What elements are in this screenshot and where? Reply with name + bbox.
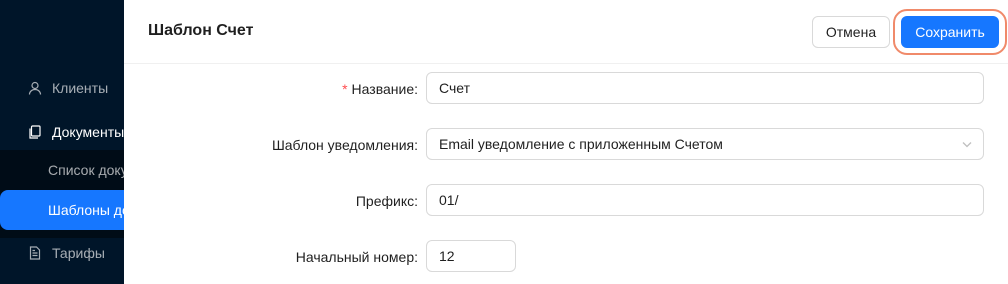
prefix-label-text: Префикс: [355, 193, 415, 209]
notification-template-value: Email уведомление с приложенным Счетом: [439, 136, 723, 152]
sidebar-subitem-label: Список документов: [48, 162, 124, 178]
prefix-input-value: 01/: [439, 192, 459, 208]
sidebar-subitem-label: Шаблоны документов: [48, 202, 124, 218]
prefix-label: Префикс:: [356, 193, 418, 209]
chevron-down-icon: [962, 142, 972, 148]
start-number-input[interactable]: 12: [426, 240, 516, 272]
drawer-title: Шаблон Счет: [148, 22, 254, 39]
label-colon: :: [414, 249, 418, 265]
user-icon: [28, 81, 42, 95]
label-colon: :: [414, 137, 418, 153]
name-input[interactable]: Счет: [426, 72, 984, 104]
name-label-text: Название: [351, 81, 415, 97]
name-label: * Название:: [342, 81, 418, 97]
label-colon: :: [414, 81, 418, 97]
file-text-icon: [29, 246, 41, 260]
sidebar-item-label: Документы: [52, 124, 124, 140]
sidebar: Клиенты Документы Список документов Шабл…: [0, 0, 124, 284]
start-number-label-text: Начальный номер: [295, 249, 415, 265]
drawer-header: Шаблон Счет Отмена Сохранить: [124, 0, 1008, 64]
required-mark: *: [342, 81, 348, 97]
save-button[interactable]: Сохранить: [901, 16, 999, 48]
notification-template-label: Шаблон уведомления:: [272, 137, 418, 153]
label-colon: :: [414, 193, 418, 209]
name-input-value: Счет: [439, 80, 470, 96]
sidebar-item-documents[interactable]: Документы: [0, 112, 124, 152]
file-copy-icon: [29, 125, 41, 139]
notification-template-label-text: Шаблон уведомления: [271, 137, 415, 153]
notification-template-select[interactable]: Email уведомление с приложенным Счетом: [426, 128, 984, 160]
sidebar-item-clients[interactable]: Клиенты: [0, 68, 124, 108]
start-number-input-value: 12: [439, 248, 455, 264]
documents-submenu: Список документов Шаблоны документов: [0, 150, 124, 238]
prefix-input[interactable]: 01/: [426, 184, 984, 216]
sidebar-item-tariffs[interactable]: Тарифы: [0, 233, 124, 273]
template-drawer: Шаблон Счет Отмена Сохранить * Название: …: [124, 0, 1008, 284]
sidebar-subitem-document-list[interactable]: Список документов: [0, 150, 124, 190]
sidebar-item-label: Клиенты: [52, 80, 109, 96]
start-number-label: Начальный номер:: [296, 249, 418, 265]
sidebar-subitem-document-templates[interactable]: Шаблоны документов: [0, 190, 124, 230]
sidebar-item-label: Тарифы: [52, 245, 105, 261]
cancel-button[interactable]: Отмена: [812, 16, 890, 48]
